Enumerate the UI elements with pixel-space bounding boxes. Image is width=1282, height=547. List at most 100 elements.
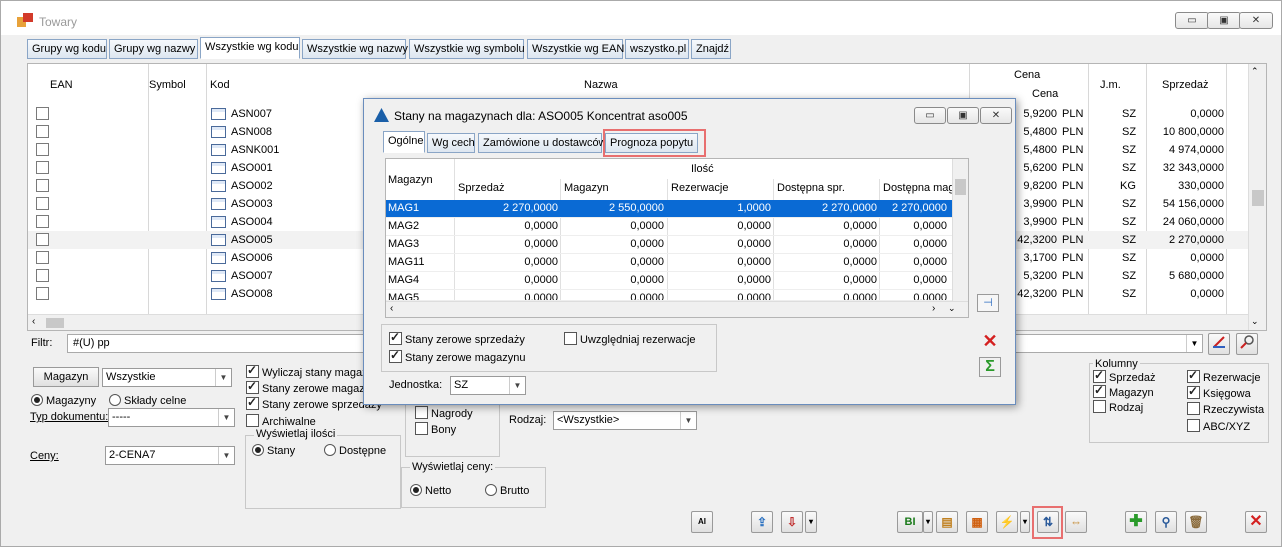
chk-kol-sprzedaz[interactable]: Sprzedaż bbox=[1093, 368, 1155, 384]
lightning-icon[interactable]: ⚡ bbox=[996, 511, 1018, 533]
scroll-thumb[interactable] bbox=[1252, 190, 1264, 206]
chk-kol-ksiegowa[interactable]: Księgowa bbox=[1187, 384, 1251, 400]
row-checkbox[interactable] bbox=[36, 143, 49, 156]
row-checkbox[interactable] bbox=[36, 215, 49, 228]
radio-brutto[interactable]: Brutto bbox=[485, 484, 529, 497]
dheader-magazyn[interactable]: Magazyn bbox=[388, 174, 433, 186]
chevron-down-icon[interactable]: ▾ bbox=[923, 511, 933, 533]
chk-nagrody[interactable]: Nagrody bbox=[415, 406, 473, 420]
header-jm[interactable]: J.m. bbox=[1100, 79, 1121, 91]
tab-wszystkie-wg-nazwy[interactable]: Wszystkie wg nazwy bbox=[302, 39, 408, 59]
dialog-row[interactable]: MAG1 2 270,0000 2 550,0000 1,0000 2 270,… bbox=[386, 200, 952, 218]
ceny-select[interactable]: 2-CENA7 ▼ bbox=[105, 446, 235, 465]
tab-wszystkie-wg-symbolu[interactable]: Wszystkie wg symbolu bbox=[409, 39, 525, 59]
header-cena[interactable]: Cena bbox=[1032, 88, 1058, 100]
typ-dokumentu-select[interactable]: ----- ▼ bbox=[108, 408, 235, 427]
minimize-button[interactable]: ▭ bbox=[1175, 12, 1209, 29]
chk-stany-zerowe-sprzedazy[interactable]: Stany zerowe sprzedaży bbox=[246, 395, 382, 411]
row-checkbox[interactable] bbox=[36, 251, 49, 264]
header-ean[interactable]: EAN bbox=[50, 79, 73, 91]
hscroll-thumb[interactable] bbox=[46, 318, 64, 328]
dheader-dostepna-mag[interactable]: Dostępna mag bbox=[883, 182, 955, 194]
tab-znajdz[interactable]: Znajdź bbox=[691, 39, 731, 59]
radio-sklady-celne[interactable]: Składy celne bbox=[109, 394, 186, 407]
tab-zamowione-u-dostawcow[interactable]: Zamówione u dostawców bbox=[478, 133, 607, 153]
row-checkbox[interactable] bbox=[36, 161, 49, 174]
tab-wszystkie-wg-kodu[interactable]: Wszystkie wg kodu bbox=[200, 37, 300, 59]
radio-netto[interactable]: Netto bbox=[410, 484, 451, 497]
add-icon[interactable]: ✚ bbox=[1125, 511, 1147, 533]
dialog-vertical-scrollbar[interactable] bbox=[952, 159, 968, 301]
tab-ogolne[interactable]: Ogólne bbox=[383, 131, 425, 153]
chk-kol-abc-xyz[interactable]: ABC/XYZ bbox=[1187, 419, 1250, 433]
scroll-left-icon[interactable]: ‹ bbox=[390, 303, 393, 314]
scroll-up-icon[interactable]: ⌃ bbox=[1251, 66, 1259, 77]
pin-icon[interactable]: ⊣ bbox=[977, 294, 999, 312]
vertical-scrollbar[interactable]: ⌃ ⌄ bbox=[1248, 64, 1266, 330]
row-checkbox[interactable] bbox=[36, 125, 49, 138]
tab-wszystko-pl[interactable]: wszystko.pl bbox=[625, 39, 689, 59]
chk-dialog-zerowe-sprzedazy[interactable]: Stany zerowe sprzedaży bbox=[389, 330, 525, 346]
dialog-row[interactable]: MAG2 0,0000 0,0000 0,0000 0,0000 0,0000 bbox=[386, 218, 952, 236]
ai-icon[interactable]: AI bbox=[691, 511, 713, 533]
clipboard-icon[interactable]: ▦ bbox=[966, 511, 988, 533]
row-checkbox[interactable] bbox=[36, 197, 49, 210]
dialog-row[interactable]: MAG5 0,0000 0,0000 0,0000 0,0000 0,0000 bbox=[386, 290, 952, 301]
tab-grupy-wg-kodu[interactable]: Grupy wg kodu bbox=[27, 39, 107, 59]
filter-wizard-icon[interactable] bbox=[1236, 333, 1258, 355]
row-checkbox[interactable] bbox=[36, 107, 49, 120]
chevron-down-icon[interactable]: ▼ bbox=[1186, 335, 1202, 352]
tab-wszystkie-wg-ean[interactable]: Wszystkie wg EAN bbox=[527, 39, 624, 59]
export-icon[interactable]: ⇪ bbox=[751, 511, 773, 533]
chevron-down-icon[interactable]: ▾ bbox=[1020, 511, 1030, 533]
rodzaj-select[interactable]: <Wszystkie> ▼ bbox=[553, 411, 697, 430]
header-nazwa[interactable]: Nazwa bbox=[584, 79, 618, 91]
row-checkbox[interactable] bbox=[36, 233, 49, 246]
header-sprzedaz[interactable]: Sprzedaż bbox=[1162, 79, 1208, 91]
header-symbol[interactable]: Symbol bbox=[149, 79, 186, 91]
scroll-right-icon[interactable]: › bbox=[932, 303, 935, 314]
tab-grupy-wg-nazwy[interactable]: Grupy wg nazwy bbox=[109, 39, 198, 59]
row-checkbox[interactable] bbox=[36, 287, 49, 300]
chk-kol-rzeczywista[interactable]: Rzeczywista bbox=[1187, 402, 1264, 416]
dheader-dostepna-spr[interactable]: Dostępna spr. bbox=[777, 182, 845, 194]
row-checkbox[interactable] bbox=[36, 179, 49, 192]
scroll-down-icon[interactable]: ⌄ bbox=[1251, 316, 1259, 327]
dialog-row[interactable]: MAG3 0,0000 0,0000 0,0000 0,0000 0,0000 bbox=[386, 236, 952, 254]
sum-icon[interactable]: Σ bbox=[979, 357, 1001, 377]
chk-kol-magazyn[interactable]: Magazyn bbox=[1093, 383, 1154, 399]
chk-bony[interactable]: Bony bbox=[415, 422, 456, 436]
clear-filter-icon[interactable] bbox=[1208, 333, 1230, 355]
scroll-down-icon[interactable]: ⌄ bbox=[948, 303, 956, 314]
chk-kol-rezerwacje[interactable]: Rezerwacje bbox=[1187, 368, 1260, 384]
dialog-scroll-thumb[interactable] bbox=[955, 179, 966, 195]
close-icon[interactable]: ✕ bbox=[1245, 511, 1267, 533]
chk-dialog-zerowe-magazynu[interactable]: Stany zerowe magazynu bbox=[389, 348, 525, 364]
dialog-horizontal-scrollbar[interactable]: ‹ › ⌄ bbox=[386, 301, 968, 317]
chevron-down-icon[interactable]: ▾ bbox=[805, 511, 817, 533]
radio-dostepne[interactable]: Dostępne bbox=[324, 444, 386, 457]
scroll-left-icon[interactable]: ‹ bbox=[32, 316, 35, 327]
magazyn-select[interactable]: Wszystkie ▼ bbox=[102, 368, 232, 387]
magazyn-button[interactable]: Magazyn bbox=[33, 367, 99, 387]
jednostka-select[interactable]: SZ ▼ bbox=[450, 376, 526, 395]
dialog-cancel-icon[interactable]: ✕ bbox=[979, 331, 1001, 351]
header-kod[interactable]: Kod bbox=[210, 79, 230, 91]
dialog-row[interactable]: MAG11 0,0000 0,0000 0,0000 0,0000 0,0000 bbox=[386, 254, 952, 272]
chk-wyliczaj-stany[interactable]: Wyliczaj stany magaz bbox=[246, 363, 368, 379]
dialog-maximize-button[interactable]: ▣ bbox=[947, 107, 979, 124]
dheader-mag[interactable]: Magazyn bbox=[564, 182, 609, 194]
import-icon[interactable]: ⇩ bbox=[781, 511, 803, 533]
chk-dialog-rezerwacje[interactable]: Uwzględniaj rezerwacje bbox=[564, 332, 696, 346]
chk-kol-rodzaj[interactable]: Rodzaj bbox=[1093, 400, 1143, 414]
row-checkbox[interactable] bbox=[36, 269, 49, 282]
search-icon[interactable]: ⚲ bbox=[1155, 511, 1177, 533]
chk-archiwalne[interactable]: Archiwalne bbox=[246, 414, 316, 428]
dialog-close-button[interactable]: ✕ bbox=[980, 107, 1012, 124]
bi-icon[interactable]: BI bbox=[897, 511, 923, 533]
merge-icon[interactable]: ⇔ bbox=[1065, 511, 1087, 533]
dheader-sprzedaz[interactable]: Sprzedaż bbox=[458, 182, 504, 194]
radio-magazyny[interactable]: Magazyny bbox=[31, 394, 96, 407]
report-icon[interactable]: ▤ bbox=[936, 511, 958, 533]
dialog-minimize-button[interactable]: ▭ bbox=[914, 107, 946, 124]
